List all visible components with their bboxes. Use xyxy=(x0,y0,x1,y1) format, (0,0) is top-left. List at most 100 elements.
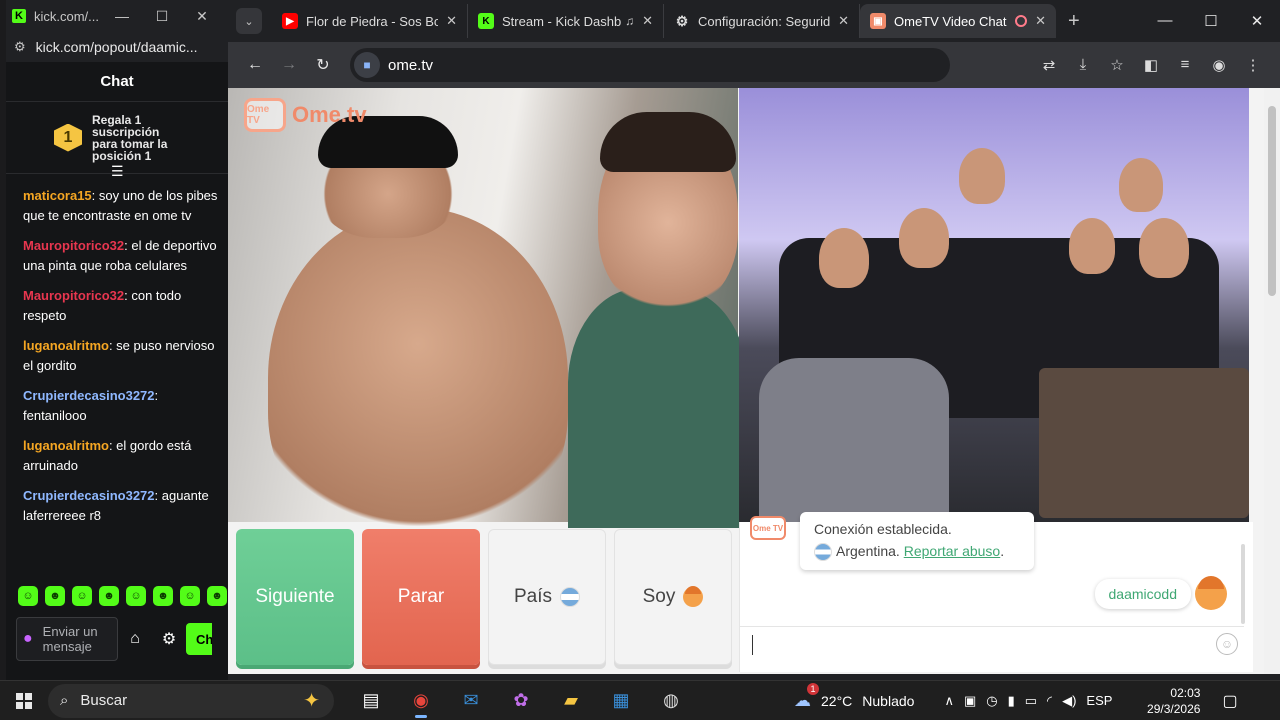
my-message-bubble: daamicodd xyxy=(1094,579,1191,609)
wifi-icon[interactable]: ◜ xyxy=(1047,693,1052,709)
stop-button[interactable]: Parar xyxy=(362,529,480,665)
chevron-up-icon[interactable]: ∧ xyxy=(944,693,954,709)
chat-message: luganoalritmo: el gordo está arruinado xyxy=(23,436,218,476)
tab-youtube[interactable]: ▶ Flor de Piedra - Sos Bot ✕ xyxy=(272,4,468,38)
audio-playing-icon[interactable]: ♫ xyxy=(625,14,634,28)
notifications-icon[interactable]: ▢ xyxy=(1222,691,1237,711)
chat-username[interactable]: luganoalritmo xyxy=(23,438,109,453)
ometv-icon: ▣ xyxy=(870,13,886,29)
back-icon[interactable]: ← xyxy=(238,56,272,74)
kick-titlebar: K kick.com/... — ☐ ✕ xyxy=(6,0,228,32)
tab-search-icon[interactable]: ⌄ xyxy=(236,8,262,34)
weather-widget[interactable]: ☁ 1 22°C Nublado xyxy=(794,682,914,711)
tray-app-icon[interactable]: ▮ xyxy=(1008,693,1015,709)
chat-username[interactable]: maticora15 xyxy=(23,188,92,203)
send-message-input[interactable]: ● Enviar un mensaje xyxy=(16,617,118,661)
microphone-icon[interactable]: ● xyxy=(23,630,33,648)
menu-icon[interactable]: ⋮ xyxy=(1236,56,1270,74)
system-tray: ∧ ▣ ◷ ▮ ▭ ◜ ◀) ESP xyxy=(944,693,1122,709)
message-input[interactable]: ☺ xyxy=(740,626,1244,662)
page-scrollbar[interactable] xyxy=(1264,88,1280,674)
tab-close-icon[interactable]: ✕ xyxy=(838,13,849,29)
taskbar-search[interactable]: ⌕ Buscar ✦ xyxy=(48,683,334,718)
tab-strip: ⌄ ▶ Flor de Piedra - Sos Bot ✕ K Stream … xyxy=(228,0,1280,42)
weather-badge: 1 xyxy=(807,682,819,695)
task-view-icon[interactable]: ▤ xyxy=(346,683,396,719)
copilot-icon[interactable]: ✿ xyxy=(496,683,546,719)
media-controls-icon[interactable]: ≡ xyxy=(1168,56,1202,74)
chat-message: Crupierdecasino3272: aguante laferrereee… xyxy=(23,486,218,526)
extensions-icon[interactable]: ◧ xyxy=(1134,56,1168,74)
kick-url-bar[interactable]: ⚙ kick.com/popout/daamic... xyxy=(6,32,228,62)
report-abuse-link[interactable]: Reportar abuso xyxy=(904,543,1001,559)
group-figure xyxy=(899,208,949,268)
clock-date: 29/3/2026 xyxy=(1147,701,1201,716)
store-icon[interactable]: ⌂ xyxy=(118,630,152,648)
emote-icon[interactable]: ☻ xyxy=(99,586,119,606)
next-button[interactable]: Siguiente xyxy=(236,529,354,665)
emote-icon[interactable]: ☺ xyxy=(180,586,200,606)
chat-message: Mauropitorico32: el de deportivo una pin… xyxy=(23,236,218,276)
emote-icon[interactable]: ☺ xyxy=(72,586,92,606)
tab-kick-dashboard[interactable]: K Stream - Kick Dashb ♫ ✕ xyxy=(468,4,664,38)
scrollbar-thumb[interactable] xyxy=(1268,106,1276,296)
chat-username[interactable]: Mauropitorico32 xyxy=(23,238,124,253)
browser-toolbar: ← → ↻ ■ ome.tv ⇄ ⤓ ☆ ◧ ≡ ◉ ⋮ xyxy=(228,42,1280,88)
chat-username[interactable]: Crupierdecasino3272 xyxy=(23,488,155,503)
mail-icon[interactable]: ✉ xyxy=(446,683,496,719)
gift-sub-banner[interactable]: 1 Regala 1 suscripción para tomar la pos… xyxy=(6,102,228,179)
emoji-icon[interactable]: ☺ xyxy=(1216,633,1238,655)
person-figure xyxy=(568,288,748,528)
minimize-icon[interactable]: — xyxy=(1142,12,1188,30)
emote-icon[interactable]: ☻ xyxy=(153,586,173,606)
store-icon[interactable]: ▦ xyxy=(596,683,646,719)
tab-close-icon[interactable]: ✕ xyxy=(446,13,457,29)
tab-ometv[interactable]: ▣ OmeTV Video Chat ✕ xyxy=(860,4,1056,38)
argentina-flag-icon xyxy=(814,543,832,562)
tray-app-icon[interactable]: ◷ xyxy=(986,693,997,709)
emote-icon[interactable]: ☺ xyxy=(18,586,38,606)
gender-button[interactable]: Soy xyxy=(614,529,732,665)
obs-icon[interactable]: ◍ xyxy=(646,683,696,719)
tab-close-icon[interactable]: ✕ xyxy=(642,13,653,29)
person-figure xyxy=(268,208,568,548)
argentina-flag-icon xyxy=(560,587,581,607)
forward-icon[interactable]: → xyxy=(272,56,306,74)
emote-icon[interactable]: ☻ xyxy=(207,586,227,606)
address-bar[interactable]: ■ ome.tv xyxy=(350,48,950,82)
tab-settings[interactable]: ⚙ Configuración: Segurida ✕ xyxy=(664,4,860,38)
bookmark-star-icon[interactable]: ☆ xyxy=(1100,56,1134,74)
camera-permission-icon[interactable]: ■ xyxy=(354,52,380,78)
install-app-icon[interactable]: ⤓ xyxy=(1066,56,1100,74)
file-explorer-icon[interactable]: ▰ xyxy=(546,683,596,719)
chrome-icon[interactable]: ◉ xyxy=(396,683,446,719)
start-button[interactable] xyxy=(0,692,48,709)
profile-icon[interactable]: ◉ xyxy=(1202,56,1236,74)
tab-close-icon[interactable]: ✕ xyxy=(1035,13,1046,29)
country-button[interactable]: País xyxy=(488,529,606,665)
chat-scrollbar[interactable] xyxy=(1241,544,1245,624)
close-icon[interactable]: ✕ xyxy=(182,8,222,25)
maximize-icon[interactable]: ☐ xyxy=(1188,12,1234,30)
pinned-collapse-icon[interactable]: ☰ xyxy=(111,163,124,180)
minimize-icon[interactable]: — xyxy=(102,8,142,24)
language-indicator[interactable]: ESP xyxy=(1086,693,1112,708)
new-tab-icon[interactable]: + xyxy=(1068,10,1080,33)
tray-app-icon[interactable]: ▣ xyxy=(964,693,976,709)
translate-icon[interactable]: ⇄ xyxy=(1032,56,1066,74)
chat-username[interactable]: Mauropitorico32 xyxy=(23,288,124,303)
volume-icon[interactable]: ◀) xyxy=(1062,693,1076,709)
site-settings-icon[interactable]: ⚙ xyxy=(14,39,26,55)
gear-icon[interactable]: ⚙ xyxy=(152,629,186,649)
clock[interactable]: 02:03 29/3/2026 xyxy=(1130,685,1200,717)
battery-icon[interactable]: ▭ xyxy=(1025,693,1037,709)
chat-send-button[interactable]: Ch xyxy=(186,623,212,655)
close-icon[interactable]: ✕ xyxy=(1234,12,1280,30)
reload-icon[interactable]: ↻ xyxy=(306,55,340,75)
chat-username[interactable]: luganoalritmo xyxy=(23,338,109,353)
chat-username[interactable]: Crupierdecasino3272 xyxy=(23,388,155,403)
emote-icon[interactable]: ☻ xyxy=(45,586,65,606)
emote-icon[interactable]: ☺ xyxy=(126,586,146,606)
maximize-icon[interactable]: ☐ xyxy=(142,8,182,25)
search-label: Buscar xyxy=(80,692,128,709)
